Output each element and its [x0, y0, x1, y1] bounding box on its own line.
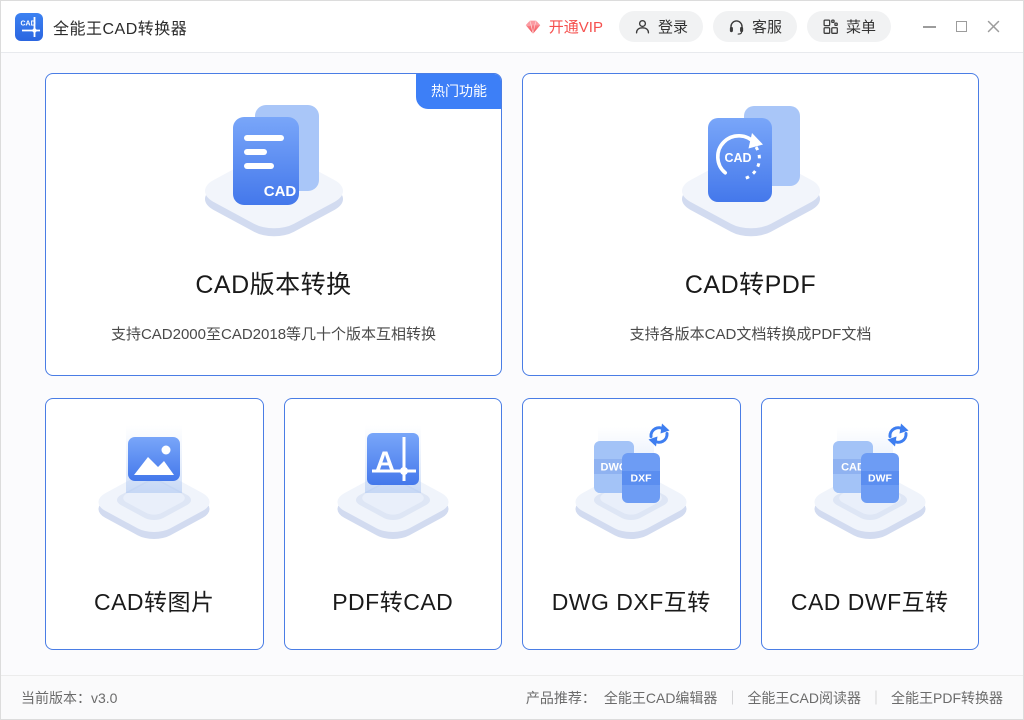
vip-label: 开通VIP [549, 16, 603, 37]
menu-button[interactable]: 菜单 [807, 11, 891, 42]
card-title: DWG DXF互转 [552, 583, 711, 617]
vip-gem-icon [523, 18, 543, 36]
link-cad-reader[interactable]: 全能王CAD阅读器 [747, 688, 861, 708]
recommend-prefix: 产品推荐： [526, 688, 596, 708]
close-icon [987, 20, 1000, 33]
hot-feature-badge: 热门功能 [416, 73, 502, 109]
link-pdf-converter[interactable]: 全能王PDF转换器 [891, 688, 1003, 708]
app-window: CAD 全能王CAD转换器 开通VIP 登录 [0, 0, 1024, 720]
doc-dxf-label: DXF [631, 473, 653, 485]
headset-icon [728, 18, 745, 35]
separator: ｜ [869, 688, 883, 708]
user-icon [634, 18, 651, 35]
featured-row: 热门功能 CAD CAD版本转换 支持CAD2000至CAD2018等几十个版本… [45, 73, 979, 376]
maximize-button[interactable] [945, 11, 977, 43]
separator: ｜ [725, 688, 739, 708]
window-controls [913, 11, 1009, 43]
small-row: CAD转图片 A PDF转CAD [45, 398, 979, 650]
app-title: 全能王CAD转换器 [53, 15, 187, 39]
card-title: CAD转PDF [685, 265, 816, 301]
grid-menu-icon [822, 18, 839, 35]
minimize-button[interactable] [913, 11, 945, 43]
card-cad-to-image[interactable]: CAD转图片 [45, 398, 264, 650]
card-pdf-to-cad[interactable]: A PDF转CAD [284, 398, 503, 650]
doc-cad-label: CAD [724, 151, 751, 165]
card-subtitle: 支持CAD2000至CAD2018等几十个版本互相转换 [111, 323, 436, 344]
card-cad-to-pdf[interactable]: CAD CAD转PDF 支持各版本CAD文档转换成PDF文档 [522, 73, 979, 376]
card-subtitle: 支持各版本CAD文档转换成PDF文档 [630, 323, 872, 344]
version-label: 当前版本：v3.0 [21, 688, 117, 708]
support-button[interactable]: 客服 [713, 11, 797, 42]
menu-label: 菜单 [846, 16, 876, 37]
app-logo-icon: CAD [15, 13, 43, 41]
pdf-to-cad-icon: A [318, 421, 468, 551]
logo-cad-text: CAD [21, 20, 36, 27]
cad-dwf-convert-icon: CAD DWF [795, 421, 945, 551]
card-cad-version-convert[interactable]: 热门功能 CAD CAD版本转换 支持CAD2000至CAD2018等几十个版本… [45, 73, 502, 376]
cad-to-image-icon [79, 421, 229, 551]
statusbar: 当前版本：v3.0 产品推荐： 全能王CAD编辑器 ｜ 全能王CAD阅读器 ｜ … [1, 675, 1023, 719]
login-button[interactable]: 登录 [619, 11, 703, 42]
card-title: CAD转图片 [94, 583, 215, 617]
support-label: 客服 [752, 16, 782, 37]
link-cad-editor[interactable]: 全能王CAD编辑器 [604, 688, 718, 708]
login-label: 登录 [658, 16, 688, 37]
close-button[interactable] [977, 11, 1009, 43]
card-title: PDF转CAD [332, 583, 453, 617]
cad-version-convert-icon: CAD [179, 100, 369, 245]
card-dwg-dxf-convert[interactable]: DWG DXF DWG DXF互转 [522, 398, 741, 650]
card-cad-dwf-convert[interactable]: CAD DWF CAD DWF互转 [761, 398, 980, 650]
titlebar: CAD 全能王CAD转换器 开通VIP 登录 [1, 1, 1023, 53]
product-recommendations: 产品推荐： 全能王CAD编辑器 ｜ 全能王CAD阅读器 ｜ 全能王PDF转换器 [526, 688, 1003, 708]
cad-to-pdf-icon: CAD [656, 100, 846, 245]
card-title: CAD DWF互转 [791, 583, 949, 617]
open-vip-button[interactable]: 开通VIP [523, 16, 603, 37]
card-title: CAD版本转换 [195, 265, 351, 301]
main-content: 热门功能 CAD CAD版本转换 支持CAD2000至CAD2018等几十个版本… [1, 53, 1023, 675]
doc-cad-label: CAD [263, 183, 296, 200]
dwg-dxf-convert-icon: DWG DXF [556, 421, 706, 551]
doc-dwf-label: DWF [868, 473, 892, 485]
